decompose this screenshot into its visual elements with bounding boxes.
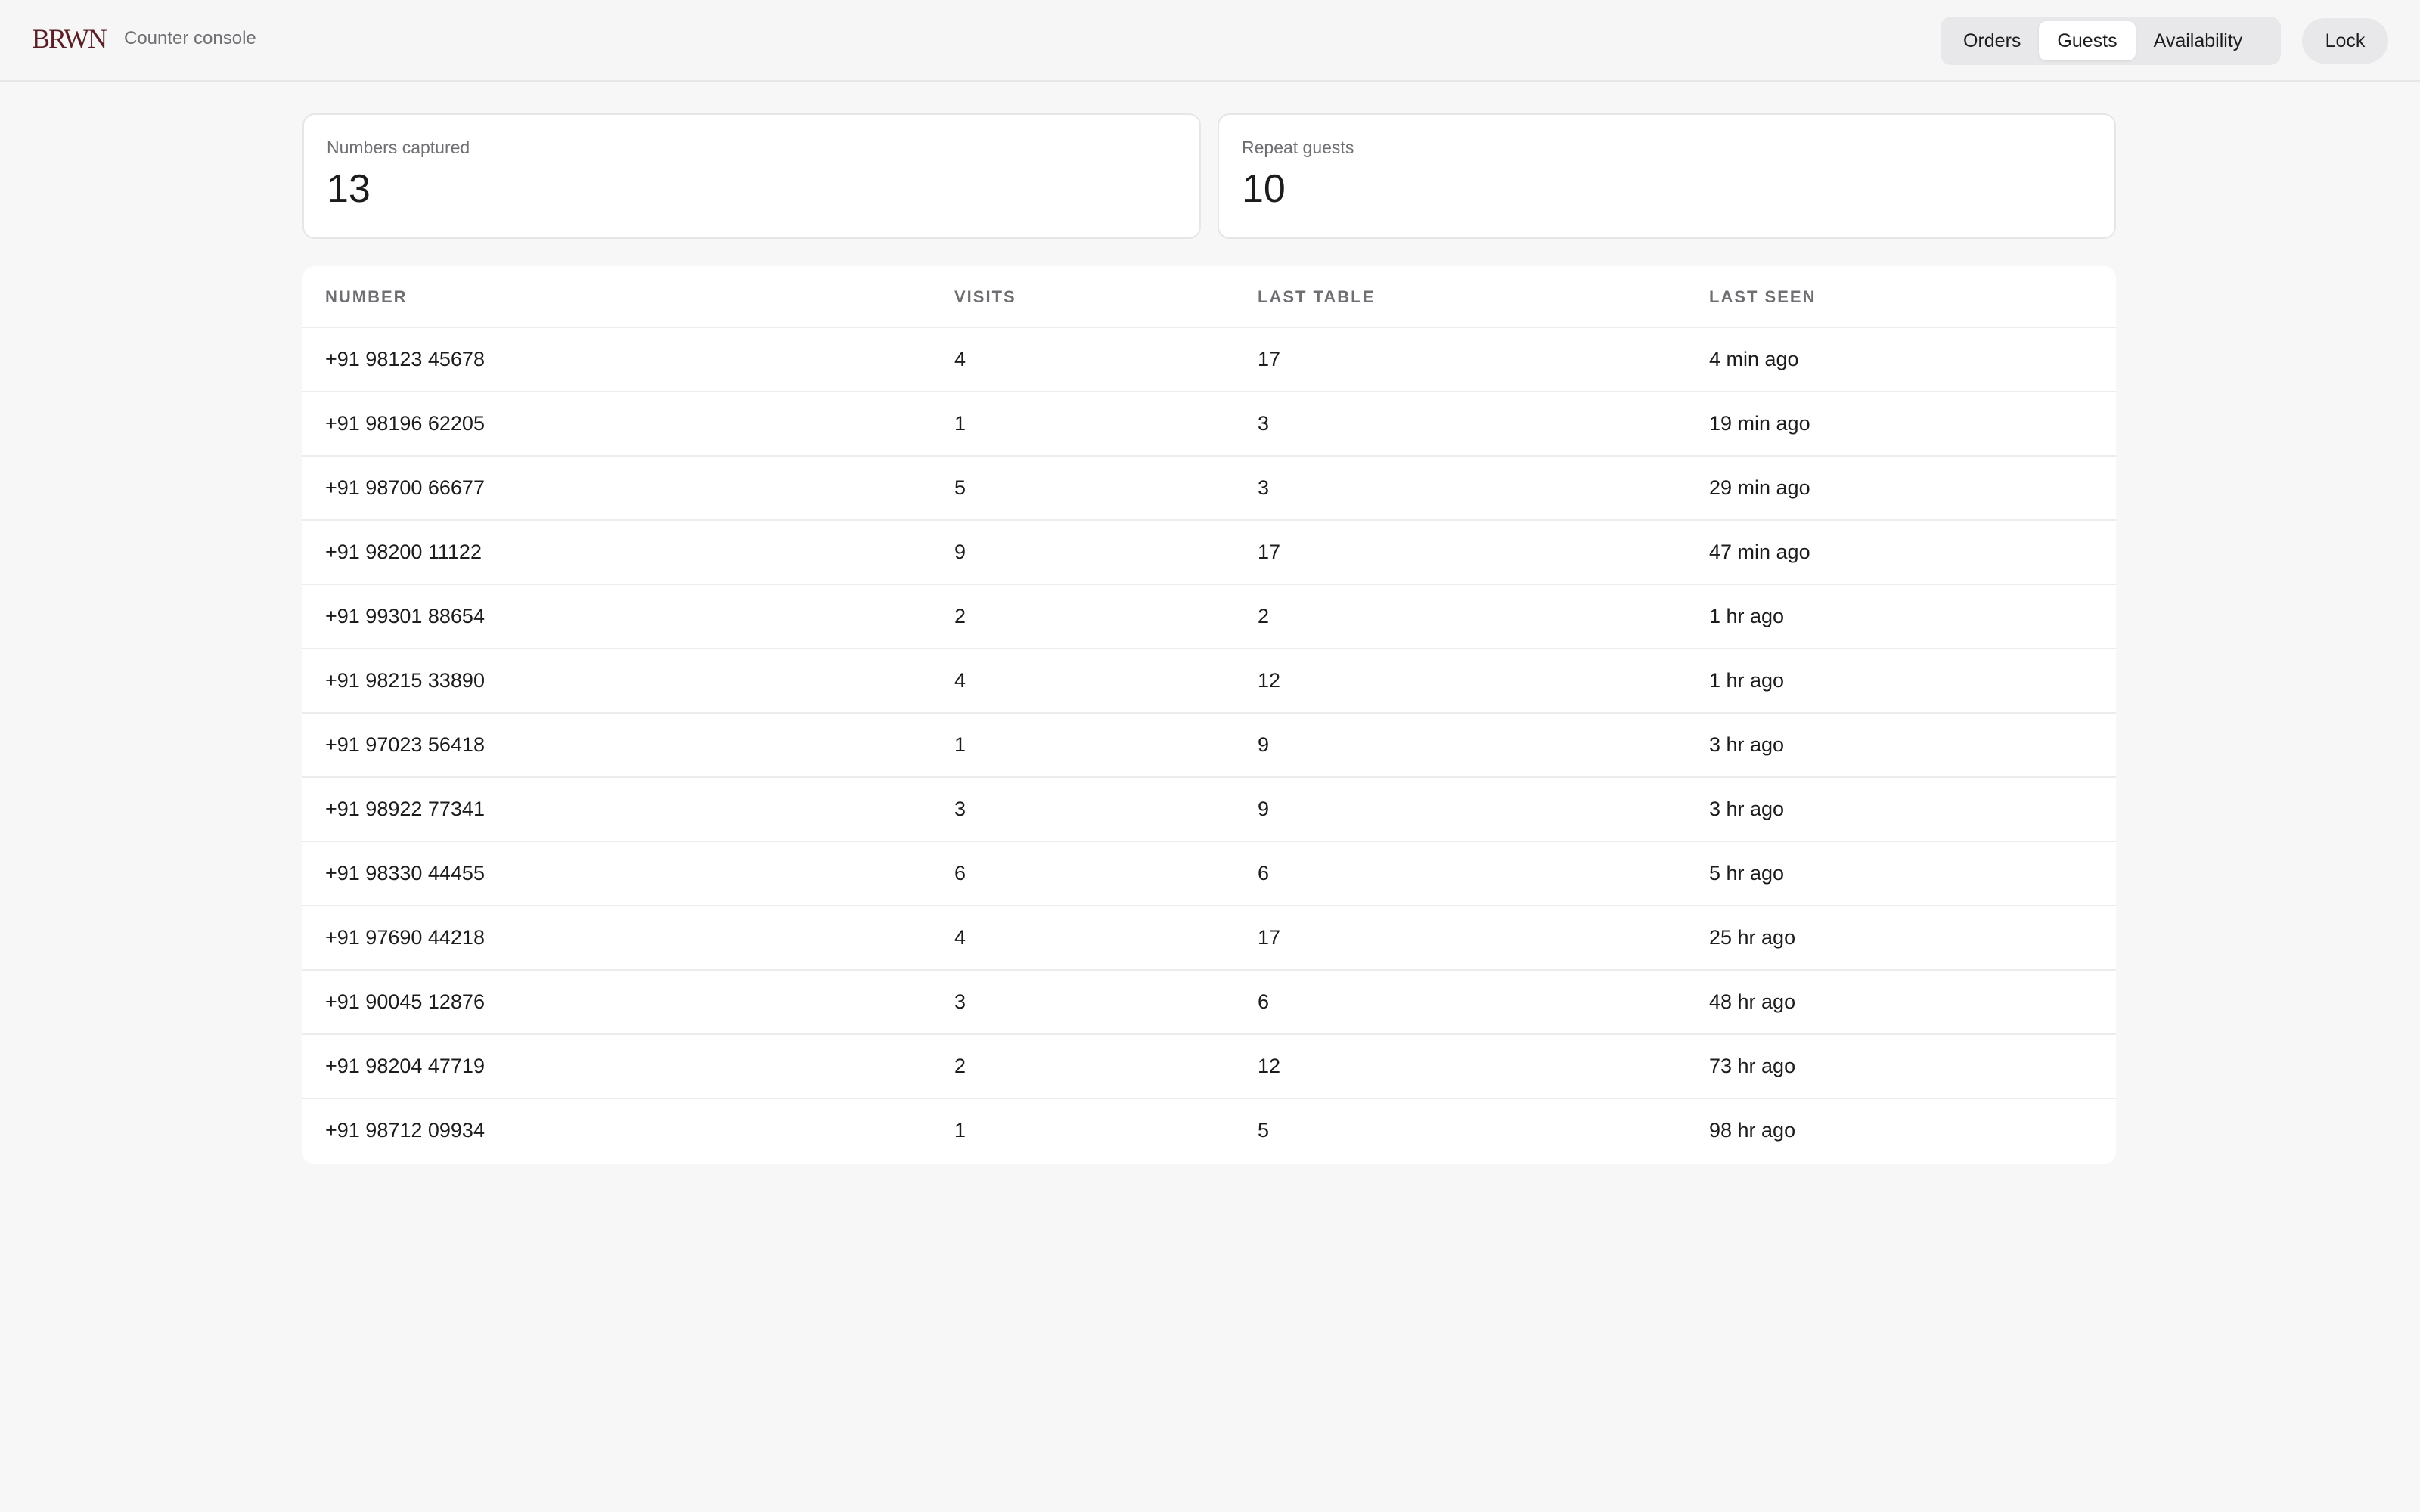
cell-visits: 6: [954, 862, 966, 885]
cell-last-seen: 3 hr ago: [1709, 733, 1785, 756]
table-row[interactable]: +91 99301 88654 2 2 1 hr ago: [302, 585, 2116, 649]
cell-last-seen: 1 hr ago: [1709, 605, 1785, 627]
cell-last-seen: 3 hr ago: [1709, 798, 1785, 820]
cell-visits: 4: [954, 669, 966, 692]
cell-visits: 1: [954, 1119, 966, 1142]
cell-last-table: 12: [1258, 1055, 1281, 1077]
cell-last-table: 2: [1258, 605, 1270, 627]
cell-last-table: 9: [1258, 798, 1270, 820]
cell-number: +91 97023 56418: [325, 733, 485, 756]
cell-number: +91 99301 88654: [325, 605, 485, 627]
cell-visits: 5: [954, 476, 966, 499]
cell-last-seen: 4 min ago: [1709, 348, 1799, 370]
tab-guests[interactable]: Guests: [2039, 21, 2136, 60]
table-row[interactable]: +91 97690 44218 4 17 25 hr ago: [302, 906, 2116, 971]
table-row[interactable]: +91 98215 33890 4 12 1 hr ago: [302, 649, 2116, 714]
cell-last-seen: 29 min ago: [1709, 476, 1810, 499]
cell-visits: 3: [954, 798, 966, 820]
stat-label: Repeat guests: [1242, 138, 1354, 157]
cell-number: +91 98123 45678: [325, 348, 485, 370]
cell-visits: 4: [954, 926, 966, 949]
cell-visits: 2: [954, 605, 966, 627]
cell-last-table: 12: [1258, 669, 1281, 692]
guests-table: NUMBER VISITS LAST TABLE LAST SEEN +91 9…: [302, 266, 2116, 1164]
table-body: +91 98123 45678 4 17 4 min ago +91 98196 622…: [302, 328, 2116, 1163]
cell-number: +91 98712 09934: [325, 1119, 485, 1142]
cell-visits: 4: [954, 348, 966, 370]
stat-value: 10: [1242, 167, 1286, 211]
cell-visits: 1: [954, 733, 966, 756]
cell-last-table: 17: [1258, 541, 1281, 563]
table-row[interactable]: +91 98200 11122 9 17 47 min ago: [302, 521, 2116, 585]
table-row[interactable]: +91 98330 44455 6 6 5 hr ago: [302, 842, 2116, 906]
cell-visits: 2: [954, 1055, 966, 1077]
cell-visits: 9: [954, 541, 966, 563]
table-row[interactable]: +91 98204 47719 2 12 73 hr ago: [302, 1035, 2116, 1099]
cell-last-seen: 1 hr ago: [1709, 669, 1785, 692]
cell-last-table: 3: [1258, 412, 1270, 435]
cell-last-table: 9: [1258, 733, 1270, 756]
cell-last-seen: 48 hr ago: [1709, 990, 1796, 1013]
table-row[interactable]: +91 90045 12876 3 6 48 hr ago: [302, 971, 2116, 1035]
stat-value: 13: [327, 167, 371, 211]
column-header-last-table[interactable]: LAST TABLE: [1258, 287, 1375, 307]
table-row[interactable]: +91 97023 56418 1 9 3 hr ago: [302, 714, 2116, 778]
cell-last-table: 6: [1258, 990, 1270, 1013]
main-nav: Orders Guests Availability: [1941, 17, 2281, 65]
cell-last-table: 17: [1258, 926, 1281, 949]
cell-number: +91 98215 33890: [325, 669, 485, 692]
console-subtitle: Counter console: [124, 28, 256, 48]
cell-number: +91 98200 11122: [325, 541, 482, 563]
table-row[interactable]: +91 98700 66677 5 3 29 min ago: [302, 457, 2116, 521]
cell-number: +91 97690 44218: [325, 926, 485, 949]
cell-number: +91 90045 12876: [325, 990, 485, 1013]
cell-visits: 3: [954, 990, 966, 1013]
table-row[interactable]: +91 98922 77341 3 9 3 hr ago: [302, 778, 2116, 842]
cell-number: +91 98700 66677: [325, 476, 485, 499]
table-header: NUMBER VISITS LAST TABLE LAST SEEN: [302, 266, 2116, 328]
cell-last-seen: 19 min ago: [1709, 412, 1810, 435]
stat-label: Numbers captured: [327, 138, 470, 157]
brand-logo[interactable]: BRWN: [32, 23, 107, 54]
cell-number: +91 98204 47719: [325, 1055, 485, 1077]
cell-last-seen: 98 hr ago: [1709, 1119, 1796, 1142]
cell-number: +91 98922 77341: [325, 798, 485, 820]
table-row[interactable]: +91 98196 62205 1 3 19 min ago: [302, 392, 2116, 457]
cell-last-seen: 5 hr ago: [1709, 862, 1785, 885]
table-row[interactable]: +91 98712 09934 1 5 98 hr ago: [302, 1099, 2116, 1163]
tab-orders[interactable]: Orders: [1945, 21, 2039, 60]
stat-card-repeat-guests: Repeat guests 10: [1218, 113, 2116, 239]
tab-availability[interactable]: Availability: [2136, 21, 2261, 60]
cell-last-table: 3: [1258, 476, 1270, 499]
top-bar: BRWN Counter console Orders Guests Avail…: [0, 0, 2420, 82]
cell-last-table: 6: [1258, 862, 1270, 885]
column-header-last-seen[interactable]: LAST SEEN: [1709, 287, 1816, 307]
cell-visits: 1: [954, 412, 966, 435]
stat-card-numbers-captured: Numbers captured 13: [302, 113, 1201, 239]
table-row[interactable]: +91 98123 45678 4 17 4 min ago: [302, 328, 2116, 392]
lock-button[interactable]: Lock: [2302, 18, 2388, 64]
cell-last-table: 5: [1258, 1119, 1270, 1142]
column-header-number[interactable]: NUMBER: [325, 287, 408, 307]
cell-last-seen: 73 hr ago: [1709, 1055, 1796, 1077]
cell-last-table: 17: [1258, 348, 1281, 370]
cell-last-seen: 25 hr ago: [1709, 926, 1796, 949]
column-header-visits[interactable]: VISITS: [954, 287, 1016, 307]
cell-number: +91 98330 44455: [325, 862, 485, 885]
cell-number: +91 98196 62205: [325, 412, 485, 435]
cell-last-seen: 47 min ago: [1709, 541, 1810, 563]
